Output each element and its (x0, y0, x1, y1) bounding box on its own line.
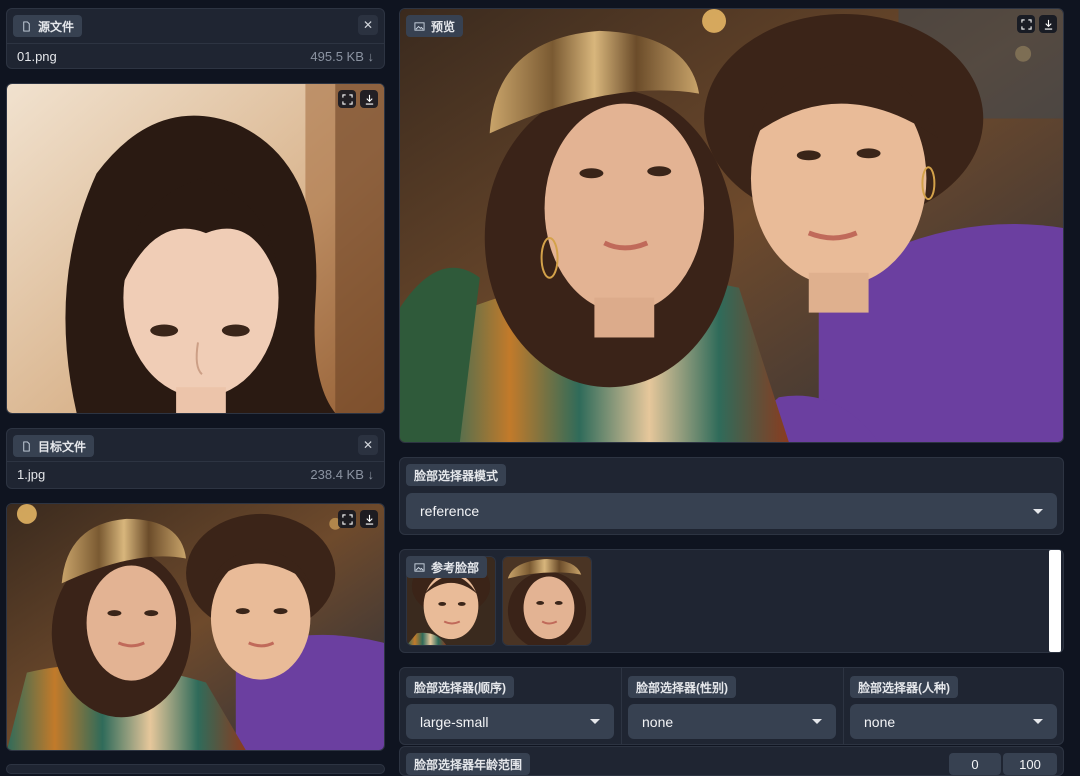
target-fullscreen-button[interactable] (338, 510, 356, 528)
reference-faces-label: 参考脸部 (406, 556, 488, 578)
target-file-close-button[interactable]: ✕ (358, 435, 378, 455)
download-icon (365, 94, 373, 105)
reference-faces-scrollbar[interactable] (1049, 550, 1061, 652)
divider (843, 668, 844, 744)
face-selector-race-label: 脸部选择器(人种) (850, 676, 958, 698)
fullscreen-icon (341, 513, 353, 525)
face-selector-race-value: none (864, 713, 896, 730)
preview-download-button[interactable] (1039, 15, 1057, 33)
source-image-tools (338, 90, 378, 108)
reference-face-2-photo (503, 557, 591, 645)
source-filename: 01.png (17, 49, 57, 64)
chevron-down-icon (1033, 719, 1043, 724)
face-selector-gender-value: none (642, 713, 674, 730)
source-filesize[interactable]: 495.5 KB ↓ (310, 49, 374, 64)
source-fullscreen-button[interactable] (338, 90, 356, 108)
source-file-label: 源文件 (13, 15, 83, 37)
target-file-label: 目标文件 (13, 435, 95, 457)
divider (621, 668, 622, 744)
preview-fullscreen-button[interactable] (1017, 15, 1035, 33)
face-selector-order-value: large-small (420, 713, 489, 730)
face-selector-mode-panel: 脸部选择器模式 reference (399, 457, 1064, 535)
face-selector-age-label: 脸部选择器年龄范围 (406, 753, 531, 775)
target-download-button[interactable] (360, 510, 378, 528)
preview-image: 预览 (399, 8, 1064, 443)
target-filename: 1.jpg (17, 467, 46, 482)
source-file-close-button[interactable]: ✕ (358, 15, 378, 35)
face-selector-race-dropdown[interactable]: none (850, 704, 1057, 739)
chevron-down-icon (1033, 508, 1043, 514)
target-couple-photo (7, 504, 384, 750)
face-selector-mode-value: reference (420, 503, 480, 519)
age-max-input[interactable]: 100 (1003, 753, 1057, 775)
preview-tools (1017, 15, 1057, 33)
image-icon (414, 21, 425, 31)
face-selector-mode-label: 脸部选择器模式 (406, 464, 507, 486)
age-min-input[interactable]: 0 (949, 753, 1001, 775)
source-file-row[interactable]: 01.png 495.5 KB ↓ (7, 43, 384, 69)
close-icon: ✕ (362, 438, 374, 452)
fullscreen-icon (341, 93, 353, 105)
target-file-row[interactable]: 1.jpg 238.4 KB ↓ (7, 461, 384, 487)
source-download-button[interactable] (360, 90, 378, 108)
face-selector-gender-label: 脸部选择器(性别) (628, 676, 736, 698)
face-selector-filters-panel: 脸部选择器(顺序) large-small 脸部选择器(性别) none 脸部选… (399, 667, 1064, 745)
source-file-panel: 源文件 ✕ 01.png 495.5 KB ↓ (6, 8, 385, 69)
reference-faces-panel: 参考脸部 (399, 549, 1064, 653)
face-selector-gender-dropdown[interactable]: none (628, 704, 836, 739)
source-image (6, 83, 385, 414)
download-icon (365, 514, 373, 525)
source-portrait (7, 84, 384, 413)
chevron-down-icon (590, 719, 600, 724)
file-icon (23, 440, 30, 452)
face-selector-order-label: 脸部选择器(顺序) (406, 676, 514, 698)
left-bottom-panel (6, 764, 385, 774)
image-icon (414, 562, 425, 572)
download-icon (1044, 19, 1052, 30)
face-selector-order-dropdown[interactable]: large-small (406, 704, 614, 739)
preview-photo (400, 9, 1063, 442)
preview-label: 预览 (406, 15, 464, 37)
face-selector-mode-dropdown[interactable]: reference (406, 493, 1057, 529)
file-icon (23, 20, 30, 32)
close-icon: ✕ (362, 18, 374, 32)
target-image (6, 503, 385, 751)
target-filesize[interactable]: 238.4 KB ↓ (310, 467, 374, 482)
reference-face-2[interactable] (502, 556, 592, 646)
target-file-panel: 目标文件 ✕ 1.jpg 238.4 KB ↓ (6, 428, 385, 489)
fullscreen-icon (1020, 18, 1032, 30)
chevron-down-icon (812, 719, 822, 724)
target-image-tools (338, 510, 378, 528)
face-selector-age-panel: 脸部选择器年龄范围 0 100 (399, 746, 1064, 776)
